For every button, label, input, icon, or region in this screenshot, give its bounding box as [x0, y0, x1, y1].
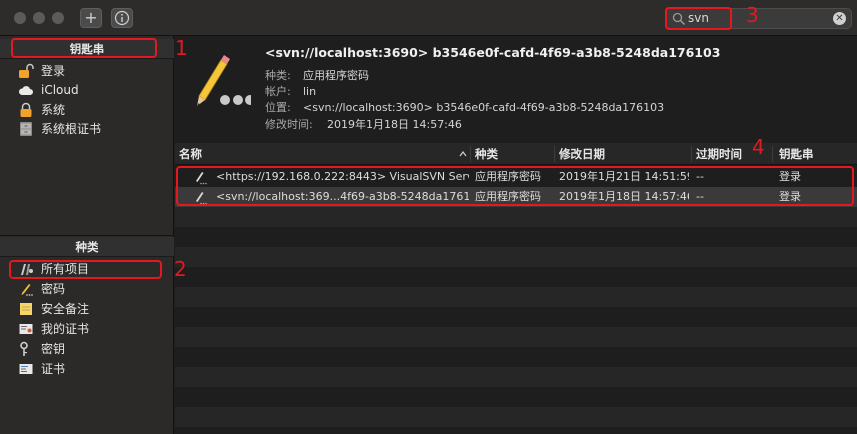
column-separator — [470, 146, 471, 162]
empty-row — [175, 247, 857, 267]
sidebar-item-label: 登录 — [41, 64, 66, 78]
item-detail-panel: <svn://localhost:3690> b3546e0f-cafd-4f6… — [175, 36, 857, 143]
annotation-number: 4 — [752, 135, 765, 159]
kind-value: 应用程序密码 — [303, 69, 369, 82]
annotation-number: 3 — [746, 3, 759, 27]
modified-row: 修改时间: 2019年1月18日 14:57:46 — [265, 116, 462, 132]
sidebar-item-label: 安全备注 — [41, 302, 90, 316]
column-label: 修改日期 — [559, 147, 605, 161]
empty-row — [175, 407, 857, 427]
my-certificate-icon — [19, 324, 33, 334]
item-title: <svn://localhost:3690> b3546e0f-cafd-4f6… — [265, 45, 721, 60]
account-label: 帐户: — [265, 85, 291, 98]
column-header-keychain[interactable]: 钥匙串 — [779, 143, 854, 165]
annotation-number: 2 — [174, 257, 187, 281]
lock-icon — [20, 102, 32, 117]
certificate-icon — [19, 364, 33, 374]
sidebar-item-label: 证书 — [41, 362, 66, 376]
column-header-name[interactable]: 名称 — [179, 143, 459, 165]
annotation-box-search — [665, 7, 732, 30]
column-separator — [772, 146, 773, 162]
sidebar-item-label: 密钥 — [41, 342, 66, 356]
column-header-kind[interactable]: 种类 — [475, 143, 553, 165]
sidebar-item-label: 密码 — [41, 282, 66, 296]
clear-icon: ✕ — [835, 13, 844, 24]
sidebar-item-system-roots[interactable]: 系统根证书 — [0, 119, 174, 139]
sidebar-item-certificates[interactable]: 证书 — [0, 359, 174, 379]
empty-row — [175, 327, 857, 347]
categories-header: 种类 — [0, 237, 174, 257]
column-separator — [554, 146, 555, 162]
sidebar: 钥匙串 登录 iCloud 系统 系统根证书 种类 所有项目 密码 安全备注 我… — [0, 36, 174, 434]
close-window-button[interactable] — [14, 12, 26, 24]
sidebar-item-label: 系统根证书 — [41, 122, 102, 136]
kind-label: 种类: — [265, 69, 291, 82]
empty-row — [175, 367, 857, 387]
password-item-icon — [197, 55, 251, 106]
annotation-number: 1 — [175, 36, 188, 60]
where-label: 位置: — [265, 101, 291, 114]
annotation-box-all-items — [9, 260, 162, 279]
clear-search-button[interactable]: ✕ — [833, 12, 846, 25]
where-row: 位置: <svn://localhost:3690> b3546e0f-cafd-… — [265, 99, 664, 115]
sidebar-item-keys[interactable]: 密钥 — [0, 339, 174, 359]
modified-value: 2019年1月18日 14:57:46 — [327, 118, 462, 131]
modified-label: 修改时间: — [265, 118, 313, 131]
cloud-icon — [18, 86, 33, 95]
where-value: <svn://localhost:3690> b3546e0f-cafd-4f6… — [303, 101, 665, 114]
info-icon — [114, 10, 130, 26]
lock-open-icon — [19, 63, 34, 78]
sidebar-item-system[interactable]: 系统 — [0, 100, 174, 120]
empty-row — [175, 207, 857, 227]
add-item-button[interactable]: + — [80, 8, 102, 28]
column-label: 种类 — [475, 147, 498, 161]
account-value: lin — [303, 85, 317, 98]
empty-row — [175, 287, 857, 307]
sidebar-divider — [0, 235, 174, 236]
sidebar-item-secure-notes[interactable]: 安全备注 — [0, 299, 174, 319]
annotation-box-keychains — [11, 38, 157, 58]
column-label: 钥匙串 — [779, 147, 814, 161]
sort-ascending-icon — [459, 151, 467, 157]
info-button[interactable] — [111, 8, 133, 28]
plus-icon: + — [84, 8, 98, 27]
column-label: 过期时间 — [696, 147, 742, 161]
sidebar-item-label: 我的证书 — [41, 322, 90, 336]
column-header-date[interactable]: 修改日期 — [559, 143, 689, 165]
sidebar-item-label: 系统 — [41, 103, 66, 117]
annotation-box-results — [176, 166, 854, 206]
column-separator — [691, 146, 692, 162]
zoom-window-button[interactable] — [52, 12, 64, 24]
minimize-window-button[interactable] — [33, 12, 45, 24]
column-label: 名称 — [179, 147, 202, 161]
key-icon — [20, 341, 28, 356]
password-pen-icon — [21, 284, 33, 296]
kind-row: 种类: 应用程序密码 — [265, 67, 369, 83]
sidebar-item-login[interactable]: 登录 — [0, 61, 174, 81]
sidebar-item-label: iCloud — [41, 83, 79, 97]
sidebar-item-my-certificates[interactable]: 我的证书 — [0, 319, 174, 339]
sidebar-item-passwords[interactable]: 密码 — [0, 279, 174, 299]
cabinet-icon — [20, 122, 32, 136]
note-icon — [20, 303, 32, 315]
account-row: 帐户: lin — [265, 83, 316, 99]
sidebar-item-icloud[interactable]: iCloud — [0, 80, 174, 100]
